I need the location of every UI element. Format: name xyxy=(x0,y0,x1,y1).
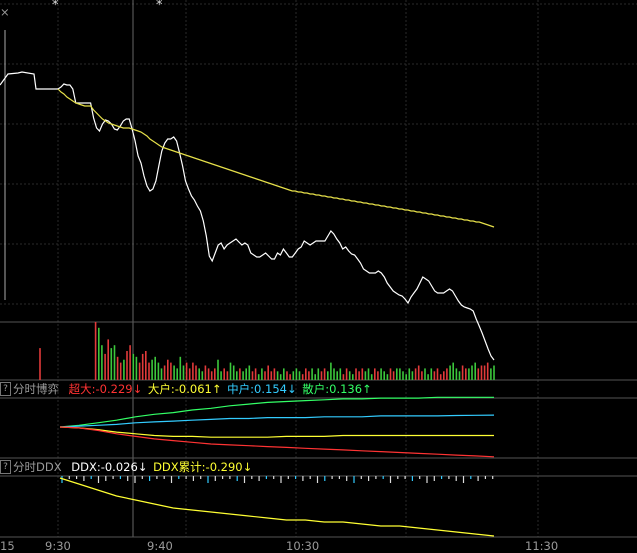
zhonghu-value: 中户:0.154↓ xyxy=(227,382,297,396)
dahu-value: 大户:-0.061↑ xyxy=(147,382,222,396)
price-line xyxy=(57,83,495,361)
chaoda-value: 超大:-0.229↓ xyxy=(68,382,143,396)
time-tick: 9:30 xyxy=(45,539,71,553)
boyi-line-0 xyxy=(59,396,494,428)
boyi-panel-header: ? 分时博弈 超大:-0.229↓ 大户:-0.061↑ 中户:0.154↓ 散户… xyxy=(0,382,372,396)
intraday-chart: × * * ? 分时博弈 超大:-0.229↓ 大户:-0.061↑ 中户:0.1… xyxy=(0,0,637,553)
boyi-title[interactable]: 分时博弈 xyxy=(13,382,59,396)
help-icon[interactable]: ? xyxy=(0,382,11,396)
avg-price-line xyxy=(57,88,495,228)
close-mark[interactable]: × xyxy=(0,5,10,19)
sanhu-value: 散户:0.136↑ xyxy=(302,382,372,396)
ddx-panel-header: ? 分时DDX DDX:-0.026↓ DDX累计:-0.290↓ xyxy=(0,460,252,474)
boyi-line-1 xyxy=(59,414,495,428)
time-tick: 10:30 xyxy=(286,539,320,553)
price-line-premarket xyxy=(0,71,58,90)
time-tick: 11:30 xyxy=(525,539,559,553)
ddx-title[interactable]: 分时DDX xyxy=(13,460,62,474)
help-icon[interactable]: ? xyxy=(0,460,11,474)
star-mark-2: * xyxy=(156,0,163,13)
boyi-line-3 xyxy=(59,426,495,458)
time-tick: 9:40 xyxy=(147,539,173,553)
star-mark-1: * xyxy=(52,0,59,13)
time-tick: 15 xyxy=(0,539,15,553)
ddx-cum-line xyxy=(59,477,495,537)
ddx-cum-value: DDX累计:-0.290↓ xyxy=(153,460,253,474)
boyi-line-2 xyxy=(59,426,494,438)
ddx-value: DDX:-0.026↓ xyxy=(71,460,148,474)
